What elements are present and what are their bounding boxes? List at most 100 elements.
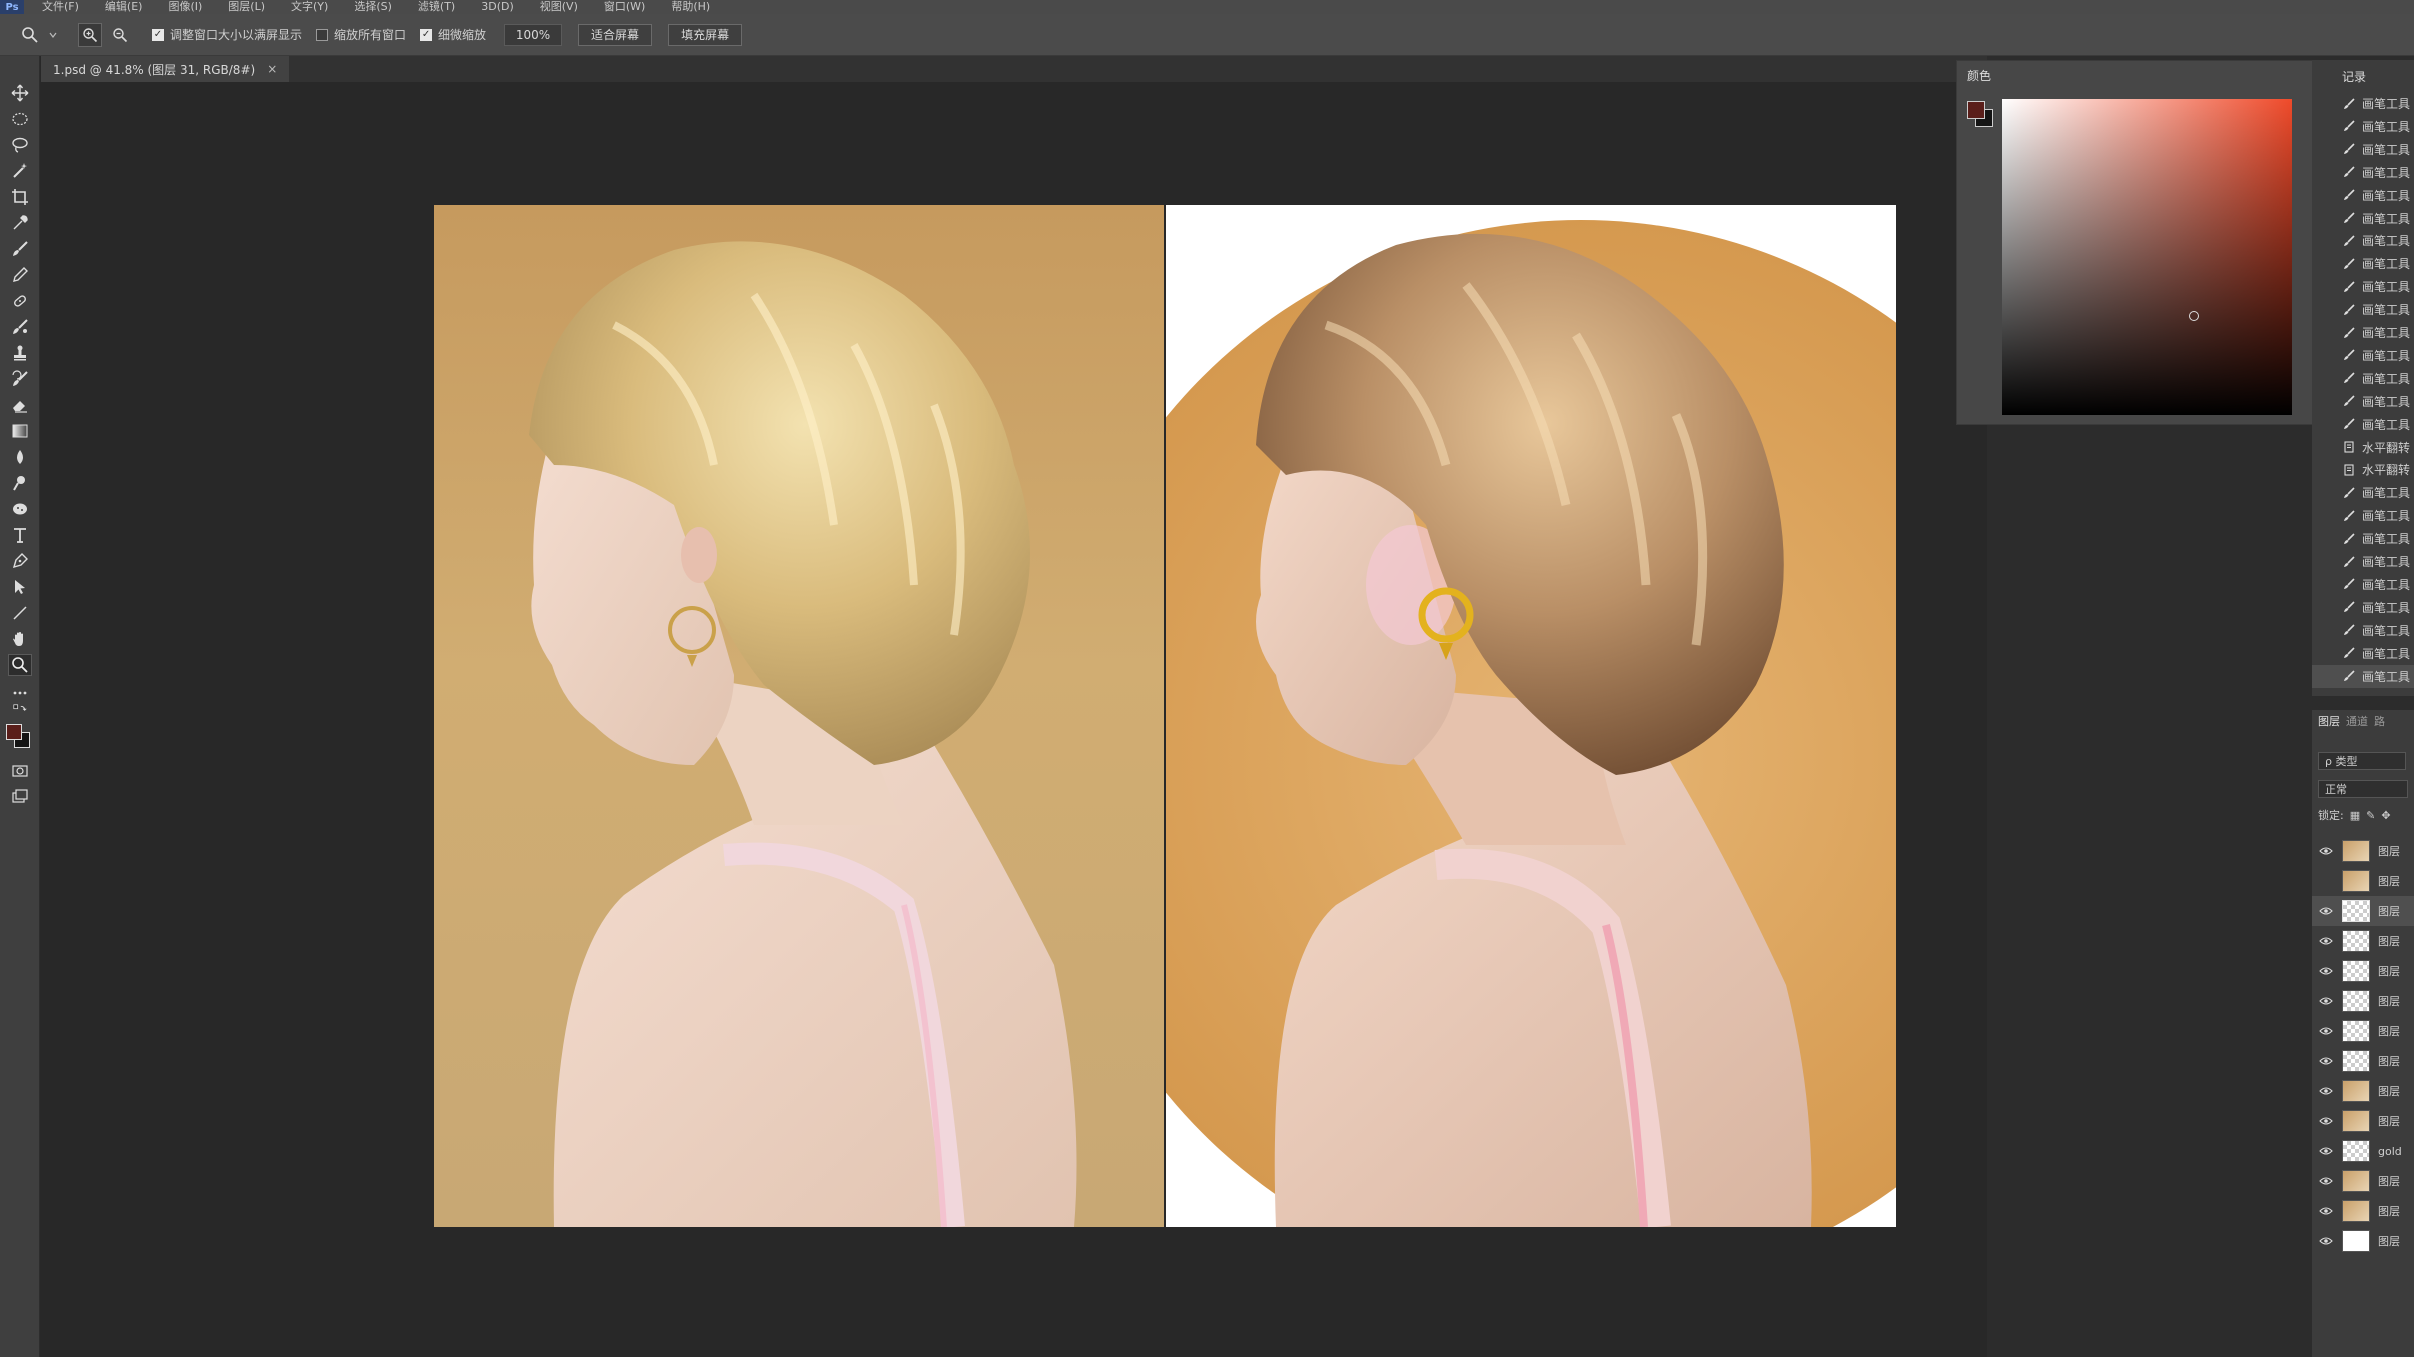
eye-icon[interactable]	[2318, 996, 2334, 1006]
clone-stamp-icon[interactable]	[8, 342, 32, 364]
move-tool-icon[interactable]	[8, 82, 32, 104]
history-brush-icon[interactable]	[8, 368, 32, 390]
layer-row[interactable]: 图层	[2312, 1196, 2414, 1226]
history-item[interactable]: 画笔工具	[2312, 413, 2414, 436]
history-item[interactable]: 画笔工具	[2312, 115, 2414, 138]
layer-name[interactable]: 图层	[2378, 963, 2400, 979]
history-item[interactable]: 画笔工具	[2312, 344, 2414, 367]
layer-row[interactable]: 图层	[2312, 986, 2414, 1016]
hand-icon[interactable]	[8, 628, 32, 650]
crop-icon[interactable]	[8, 186, 32, 208]
layer-thumbnail[interactable]	[2342, 960, 2370, 982]
resize-windows-checkbox[interactable]: ✓ 调整窗口大小以满屏显示	[152, 26, 302, 43]
zoom-percentage-field[interactable]: 100%	[504, 23, 563, 46]
eye-icon[interactable]	[2318, 1116, 2334, 1126]
lock-transparency-icon[interactable]: ▦	[2350, 809, 2360, 822]
history-item[interactable]: 画笔工具	[2312, 664, 2414, 688]
menu-file[interactable]: 文件(F)	[42, 0, 79, 14]
menu-type[interactable]: 文字(Y)	[291, 0, 328, 14]
checkbox-checked-icon[interactable]: ✓	[152, 28, 164, 41]
layer-thumbnail[interactable]	[2342, 1200, 2370, 1222]
elliptical-marquee-icon[interactable]	[8, 108, 32, 130]
history-item[interactable]: 水平翻转	[2312, 458, 2414, 481]
layer-thumbnail[interactable]	[2342, 1020, 2370, 1042]
lasso-icon[interactable]	[8, 134, 32, 156]
history-item[interactable]: 画笔工具	[2312, 229, 2414, 252]
eye-icon[interactable]	[2318, 1176, 2334, 1186]
history-item[interactable]: 画笔工具	[2312, 390, 2414, 413]
zoom-tool-preset-icon[interactable]	[18, 23, 42, 47]
eye-icon[interactable]	[2318, 1146, 2334, 1156]
menu-3d[interactable]: 3D(D)	[481, 0, 514, 14]
pencil-icon[interactable]	[8, 264, 32, 286]
history-item[interactable]: 画笔工具	[2312, 550, 2414, 573]
layer-thumbnail[interactable]	[2342, 1170, 2370, 1192]
chevron-down-icon[interactable]	[48, 23, 58, 47]
gradient-icon[interactable]	[8, 420, 32, 442]
color-picker-cursor[interactable]	[2189, 311, 2199, 321]
layer-name[interactable]: 图层	[2378, 1233, 2400, 1249]
layer-thumbnail[interactable]	[2342, 840, 2370, 862]
zoom-tool-icon[interactable]	[8, 654, 32, 676]
history-item[interactable]: 画笔工具	[2312, 275, 2414, 298]
eye-icon[interactable]	[2318, 906, 2334, 916]
layer-row[interactable]: 图层	[2312, 896, 2414, 926]
layer-thumbnail[interactable]	[2342, 1050, 2370, 1072]
zoom-in-icon[interactable]	[78, 22, 102, 47]
brush-icon[interactable]	[8, 238, 32, 260]
layer-thumbnail[interactable]	[2342, 1230, 2370, 1252]
eye-icon[interactable]	[2318, 1056, 2334, 1066]
history-item[interactable]: 画笔工具	[2312, 527, 2414, 550]
mixer-brush-icon[interactable]	[8, 316, 32, 338]
layer-name[interactable]: 图层	[2378, 1023, 2400, 1039]
checkbox-checked-icon[interactable]: ✓	[420, 28, 433, 41]
layer-thumbnail[interactable]	[2342, 930, 2370, 952]
history-item[interactable]: 画笔工具	[2312, 298, 2414, 321]
healing-brush-icon[interactable]	[8, 290, 32, 312]
layer-row[interactable]: 图层	[2312, 1106, 2414, 1136]
layer-row[interactable]: 图层	[2312, 1016, 2414, 1046]
checkbox-unchecked-icon[interactable]	[316, 28, 329, 41]
layer-thumbnail[interactable]	[2342, 990, 2370, 1012]
layer-row[interactable]: 图层	[2312, 1226, 2414, 1256]
blur-icon[interactable]	[8, 446, 32, 468]
eyedropper-icon[interactable]	[8, 212, 32, 234]
history-item[interactable]: 画笔工具	[2312, 184, 2414, 207]
layer-row[interactable]: 图层	[2312, 836, 2414, 866]
canvas-area[interactable]	[41, 82, 1987, 1352]
history-panel-title[interactable]: 记录	[2342, 68, 2366, 85]
history-item[interactable]: 画笔工具	[2312, 642, 2414, 665]
layer-name[interactable]: gold	[2378, 1145, 2402, 1158]
history-item[interactable]: 水平翻转	[2312, 436, 2414, 459]
lock-brush-icon[interactable]: ✎	[2366, 809, 2375, 822]
foreground-color-swatch[interactable]	[6, 724, 22, 740]
lock-position-icon[interactable]: ✥	[2381, 809, 2390, 822]
layer-name[interactable]: 图层	[2378, 903, 2400, 919]
layer-name[interactable]: 图层	[2378, 933, 2400, 949]
fill-screen-button[interactable]: 填充屏幕	[668, 23, 743, 46]
history-item[interactable]: 画笔工具	[2312, 504, 2414, 527]
tab-channels[interactable]: 通道	[2346, 713, 2368, 729]
menu-image[interactable]: 图像(I)	[168, 0, 202, 14]
layer-row[interactable]: 图层	[2312, 926, 2414, 956]
dodge-icon[interactable]	[8, 472, 32, 494]
document-canvas[interactable]	[434, 205, 1896, 1227]
layer-row[interactable]: 图层	[2312, 956, 2414, 986]
eye-icon[interactable]	[2318, 846, 2334, 856]
layer-name[interactable]: 图层	[2378, 843, 2400, 859]
layer-row[interactable]: 图层	[2312, 1076, 2414, 1106]
menu-select[interactable]: 选择(S)	[354, 0, 392, 14]
history-item[interactable]: 画笔工具	[2312, 321, 2414, 344]
menu-edit[interactable]: 编辑(E)	[105, 0, 143, 14]
tab-paths[interactable]: 路	[2374, 713, 2385, 729]
close-icon[interactable]: ×	[267, 62, 277, 76]
layer-filter-select[interactable]: ρ 类型	[2318, 752, 2406, 770]
history-item[interactable]: 画笔工具	[2312, 481, 2414, 504]
pen-icon[interactable]	[8, 550, 32, 572]
magic-wand-icon[interactable]	[8, 160, 32, 182]
layer-name[interactable]: 图层	[2378, 1203, 2400, 1219]
more-tools-icon[interactable]	[8, 682, 32, 704]
history-item[interactable]: 画笔工具	[2312, 573, 2414, 596]
history-item[interactable]: 画笔工具	[2312, 207, 2414, 230]
layer-name[interactable]: 图层	[2378, 993, 2400, 1009]
